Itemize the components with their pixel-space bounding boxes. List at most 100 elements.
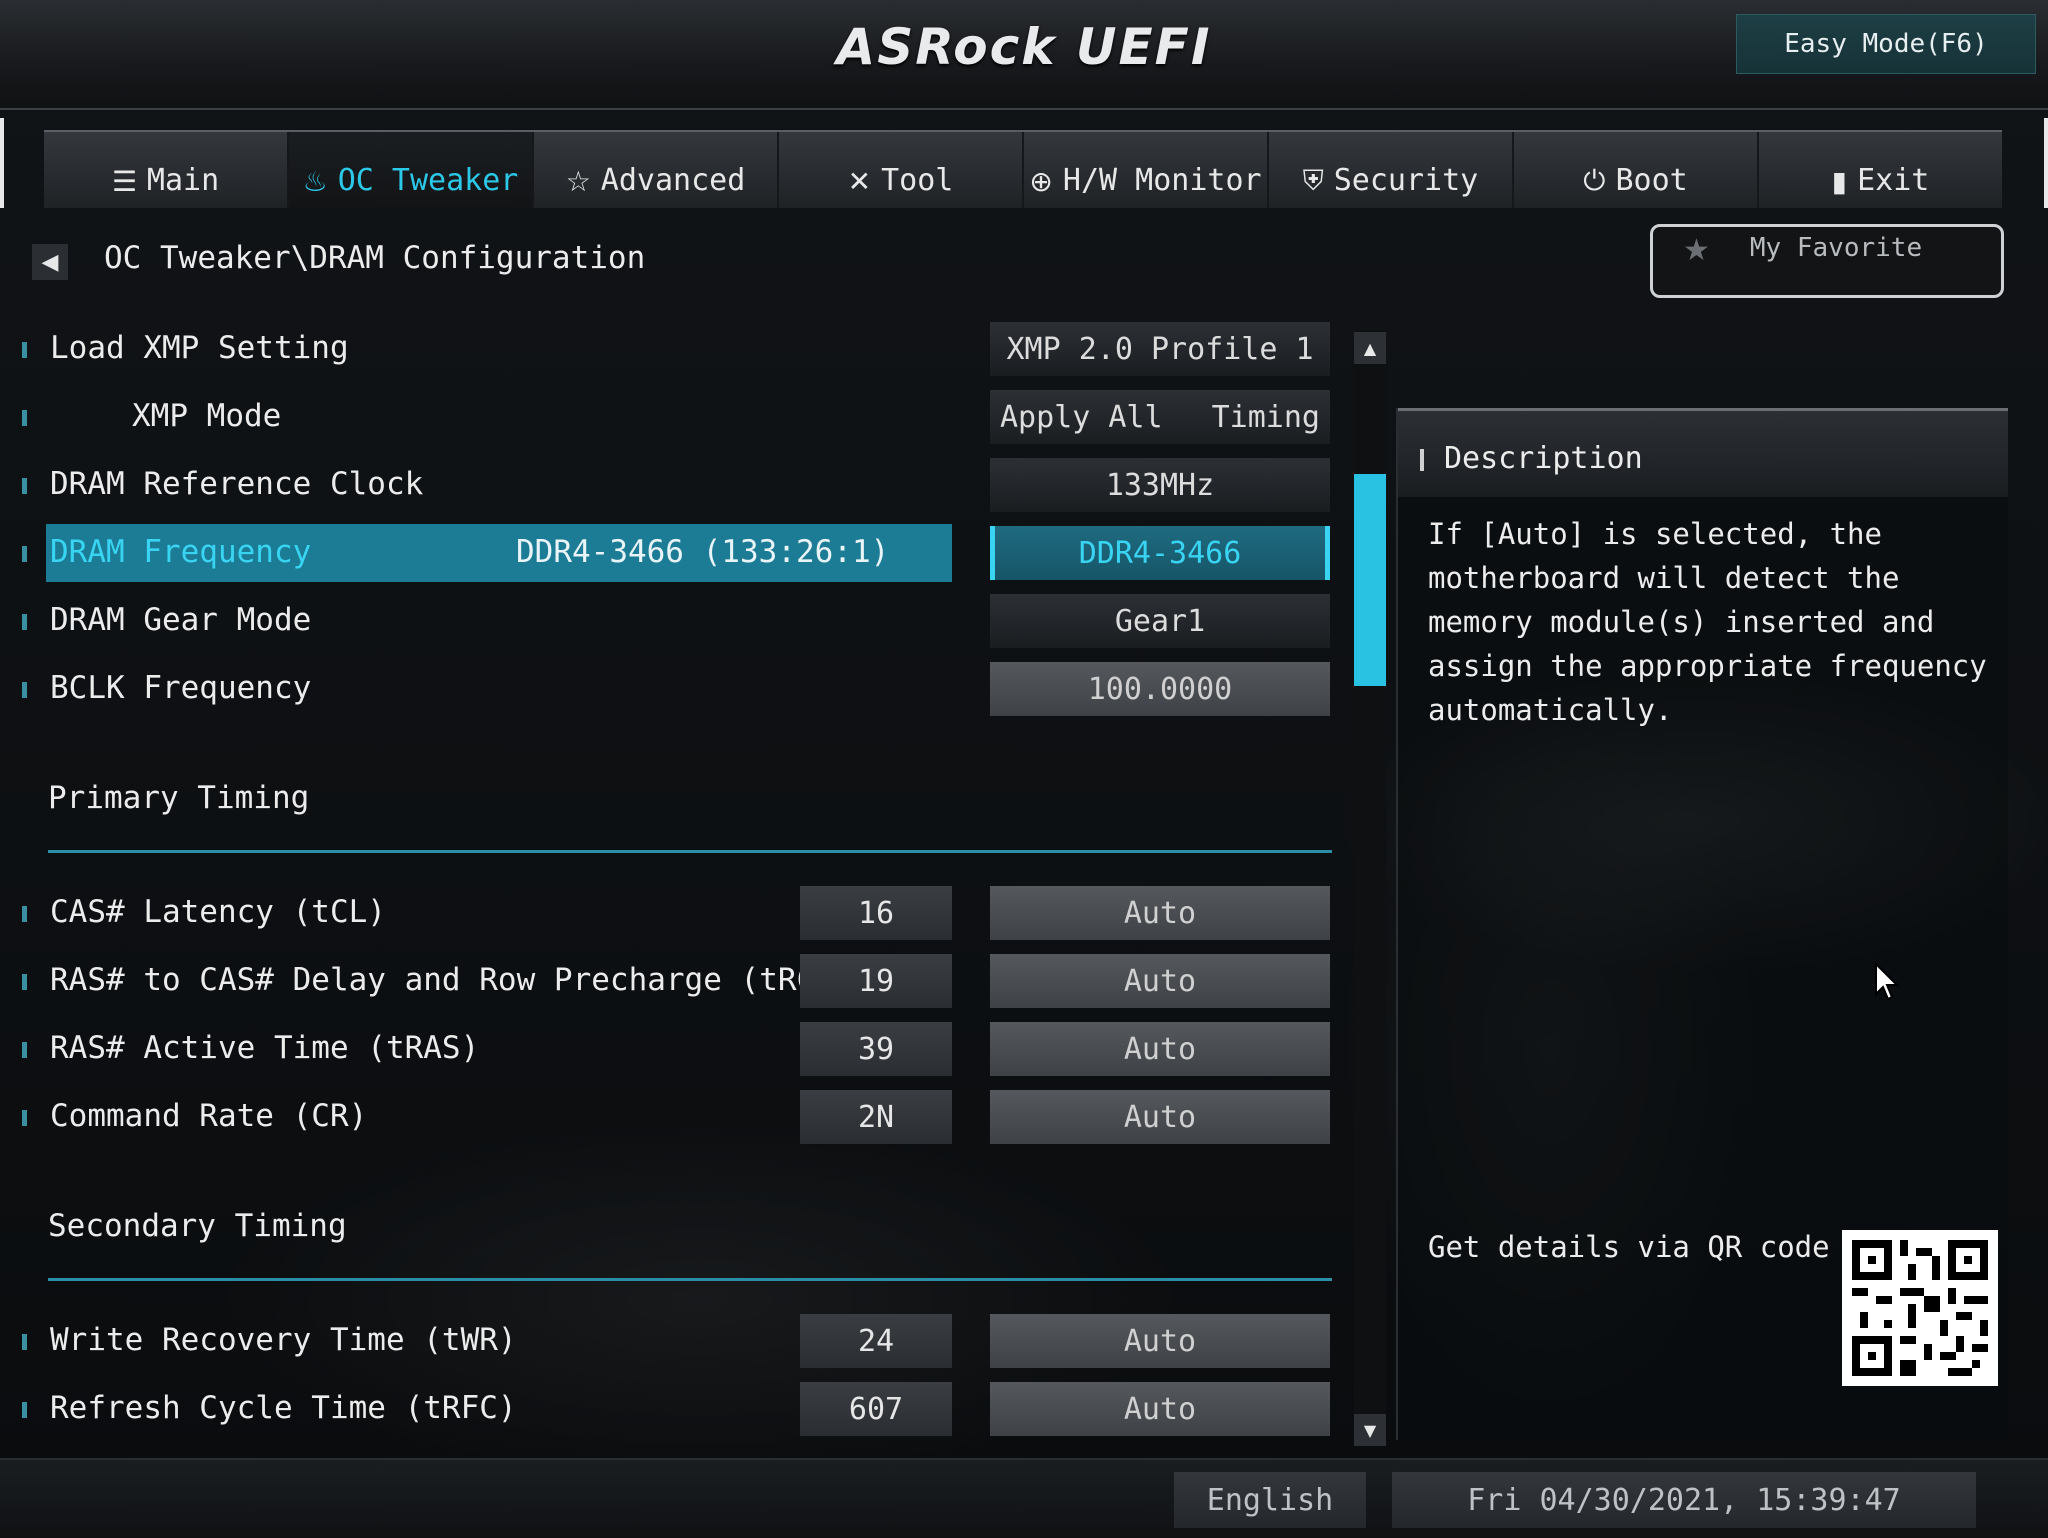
breadcrumb: OC Tweaker\DRAM Configuration (104, 240, 646, 276)
setting-xmp-mode[interactable]: XMP Mode Apply All Timing (0, 388, 1340, 448)
setting-dram-frequency[interactable]: DRAM Frequency DDR4-3466 (133:26:1) DDR4… (0, 524, 1340, 584)
row-marker (22, 410, 27, 426)
setting-value[interactable]: Auto (990, 1382, 1330, 1436)
xmp-mode-value-right: Timing (1211, 399, 1320, 435)
description-panel: Description If [Auto] is selected, the m… (1396, 408, 2008, 1440)
bclk-frequency-value[interactable]: 100.0000 (990, 662, 1330, 716)
setting-trcdtrp[interactable]: RAS# to CAS# Delay and Row Precharge (tR… (0, 952, 1340, 1012)
xmp-mode-value-left: Apply All (1000, 399, 1163, 435)
tab-label: OC Tweaker (337, 163, 519, 198)
mouse-cursor-icon (1875, 962, 1900, 1001)
scroll-down-button[interactable]: ▼ (1354, 1414, 1386, 1446)
dram-reference-clock-value[interactable]: 133MHz (990, 458, 1330, 512)
row-marker (22, 906, 27, 922)
description-title: Description (1444, 441, 1643, 476)
tab-label: Tool (881, 163, 954, 198)
tab-label: Boot (1615, 163, 1688, 198)
current-value: 19 (800, 954, 952, 1008)
language-selector[interactable]: English (1174, 1472, 1366, 1528)
setting-value[interactable]: Auto (990, 1314, 1330, 1368)
setting-tras[interactable]: RAS# Active Time (tRAS) 39 Auto (0, 1020, 1340, 1080)
tab-oc-tweaker[interactable]: ♨ OC Tweaker (289, 132, 534, 208)
tab-label: Main (146, 163, 220, 198)
tab-label: Exit (1857, 163, 1930, 198)
setting-dram-gear-mode[interactable]: DRAM Gear Mode Gear1 (0, 592, 1340, 652)
primary-timing-heading: Primary Timing (48, 780, 310, 816)
row-marker (22, 1334, 27, 1350)
setting-label: DRAM Reference Clock (50, 466, 424, 502)
tab-label: H/W Monitor (1062, 163, 1262, 198)
description-header: Description (1398, 408, 2008, 497)
shield-icon: ⛨ (1302, 164, 1324, 197)
qr-code (1842, 1230, 1998, 1386)
setting-label: DRAM Gear Mode (50, 602, 312, 638)
qr-label: Get details via QR code (1428, 1230, 1830, 1264)
setting-cas-latency[interactable]: CAS# Latency (tCL) 16 Auto (0, 884, 1340, 944)
setting-label: RAS# Active Time (tRAS) (50, 1030, 480, 1066)
setting-bclk-frequency[interactable]: BCLK Frequency 100.0000 (0, 660, 1340, 720)
dram-frequency-value[interactable]: DDR4-3466 (990, 526, 1330, 580)
setting-load-xmp[interactable]: Load XMP Setting XMP 2.0 Profile 1 (0, 320, 1340, 380)
setting-value[interactable]: Auto (990, 954, 1330, 1008)
favorite-label: My Favorite (1749, 233, 1923, 263)
load-xmp-value[interactable]: XMP 2.0 Profile 1 (990, 322, 1330, 376)
setting-label: Refresh Cycle Time (tRFC) (50, 1390, 517, 1426)
scrollbar-thumb[interactable] (1354, 474, 1386, 686)
row-marker (22, 1042, 27, 1058)
tab-main[interactable]: ☰ Main (44, 132, 289, 208)
row-marker (22, 974, 27, 990)
current-value: 24 (800, 1314, 952, 1368)
easy-mode-button[interactable]: Easy Mode(F6) (1736, 14, 2036, 74)
setting-twr[interactable]: Write Recovery Time (tWR) 24 Auto (0, 1312, 1340, 1372)
left-frame-line (0, 118, 4, 208)
row-marker (22, 1402, 27, 1418)
description-text: If [Auto] is selected, the motherboard w… (1428, 517, 1987, 727)
setting-trfc[interactable]: Refresh Cycle Time (tRFC) 607 Auto (0, 1380, 1340, 1440)
dram-frequency-info: DDR4-3466 (133:26:1) (516, 534, 890, 570)
setting-label: Load XMP Setting (50, 330, 349, 366)
setting-dram-reference-clock[interactable]: DRAM Reference Clock 133MHz (0, 456, 1340, 516)
xmp-mode-value[interactable]: Apply All Timing (990, 390, 1330, 444)
row-marker (22, 546, 27, 562)
scroll-up-button[interactable]: ▲ (1354, 332, 1386, 364)
setting-label: XMP Mode (132, 398, 282, 434)
setting-label: BCLK Frequency (50, 670, 312, 706)
back-arrow-icon: ◀ (41, 249, 59, 275)
exit-door-icon: ▮ (1831, 165, 1848, 198)
favorite-star-icon: ★ (1683, 233, 1710, 268)
star-icon: ☆ (565, 165, 591, 198)
back-button[interactable]: ◀ (32, 244, 68, 280)
setting-value[interactable]: Auto (990, 1090, 1330, 1144)
scroll-down-arrow-icon: ▼ (1363, 1420, 1377, 1440)
current-value: 39 (800, 1022, 952, 1076)
tab-boot[interactable]: ⏻ Boot (1514, 132, 1759, 208)
tab-exit[interactable]: ▮ Exit (1759, 132, 2002, 208)
tab-hw-monitor[interactable]: ⊕ H/W Monitor (1024, 132, 1269, 208)
row-marker (22, 342, 27, 358)
current-value: 2N (800, 1090, 952, 1144)
description-marker (1420, 449, 1424, 471)
scroll-up-arrow-icon: ▲ (1363, 338, 1377, 358)
main-tabs: ☰ Main ♨ OC Tweaker ☆ Advanced ✕ Tool ⊕ … (44, 130, 2002, 208)
dram-gear-mode-value[interactable]: Gear1 (990, 594, 1330, 648)
setting-label: CAS# Latency (tCL) (50, 894, 386, 930)
date-time-display: Fri 04/30/2021, 15:39:47 (1392, 1472, 1976, 1528)
tab-label: Security (1333, 163, 1479, 198)
current-value: 607 (800, 1382, 952, 1436)
setting-label: DRAM Frequency (50, 534, 312, 570)
setting-value[interactable]: Auto (990, 1022, 1330, 1076)
setting-label: RAS# to CAS# Delay and Row Precharge (tR… (50, 962, 909, 998)
list-icon: ☰ (111, 165, 137, 198)
my-favorite-button[interactable]: ★ My Favorite (1650, 224, 2004, 298)
setting-value[interactable]: Auto (990, 886, 1330, 940)
row-marker (22, 1110, 27, 1126)
setting-command-rate[interactable]: Command Rate (CR) 2N Auto (0, 1088, 1340, 1148)
section-divider (48, 1278, 1332, 1281)
section-divider (48, 850, 1332, 853)
tab-tool[interactable]: ✕ Tool (779, 132, 1024, 208)
row-marker (22, 682, 27, 698)
right-frame-line (2044, 118, 2048, 208)
tab-security[interactable]: ⛨ Security (1269, 132, 1514, 208)
row-marker (22, 614, 27, 630)
tab-advanced[interactable]: ☆ Advanced (534, 132, 779, 208)
